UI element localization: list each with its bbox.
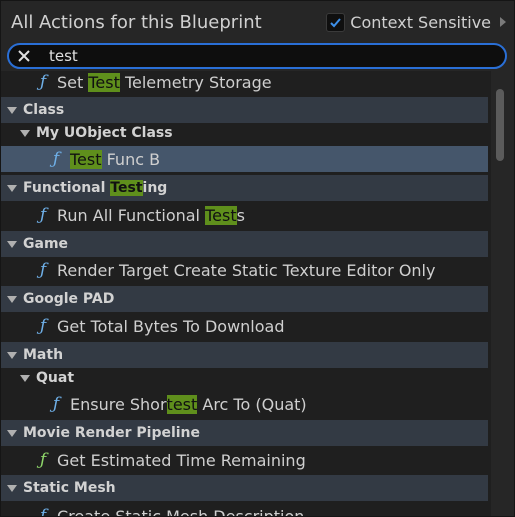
scrollbar[interactable] xyxy=(496,89,504,514)
function-icon: ƒ xyxy=(39,205,47,225)
expand-triangle-icon[interactable] xyxy=(7,429,17,437)
category-row[interactable]: Google PAD xyxy=(1,286,488,312)
function-icon: ƒ xyxy=(39,72,47,92)
panel-title: All Actions for this Blueprint xyxy=(11,11,262,33)
search-match-highlight: Test xyxy=(110,180,143,196)
function-icon: ƒ xyxy=(39,506,47,517)
expand-triangle-icon[interactable] xyxy=(7,184,17,192)
action-label: Ensure Shortest Arc To (Quat) xyxy=(70,394,307,414)
expand-triangle-icon[interactable] xyxy=(7,295,17,303)
category-label: Math xyxy=(23,347,64,363)
action-item[interactable]: ƒ Test Func B xyxy=(1,146,488,172)
category-label: Quat xyxy=(36,370,75,386)
action-menu-header: All Actions for this Blueprint Context S… xyxy=(1,1,514,43)
category-label: My UObject Class xyxy=(36,125,173,141)
action-list: ƒ Set Test Telemetry Storage Class My UObje… xyxy=(1,71,491,517)
action-item[interactable]: ƒ Ensure Shortest Arc To (Quat) xyxy=(1,391,488,417)
action-item[interactable]: ƒ Set Test Telemetry Storage xyxy=(1,71,488,95)
search-match-highlight: Test xyxy=(88,72,120,92)
action-label: Run All Functional Tests xyxy=(57,205,245,225)
search-match-highlight: Test xyxy=(205,205,237,225)
clear-search-button[interactable] xyxy=(9,49,39,63)
category-row[interactable]: Quat xyxy=(1,365,488,391)
action-item[interactable]: ƒ Get Total Bytes To Download xyxy=(1,313,488,339)
checkmark-icon xyxy=(330,17,342,27)
expand-triangle-icon[interactable] xyxy=(20,374,30,382)
category-row[interactable]: Functional Testing xyxy=(1,175,488,201)
action-label: Set Test Telemetry Storage xyxy=(57,72,272,92)
action-item[interactable]: ƒ Get Estimated Time Remaining xyxy=(1,447,488,473)
action-item[interactable]: ƒ Render Target Create Static Texture Edi… xyxy=(1,257,488,283)
category-label: Class xyxy=(23,102,65,118)
category-label: Movie Render Pipeline xyxy=(23,425,201,441)
action-item[interactable]: ƒ Create Static Mesh Description xyxy=(1,503,488,517)
context-sensitive-toggle[interactable]: Context Sensitive xyxy=(326,12,506,32)
action-menu-panel: All Actions for this Blueprint Context S… xyxy=(0,0,515,517)
expand-triangle-icon[interactable] xyxy=(7,351,17,359)
category-row[interactable]: My UObject Class xyxy=(1,120,488,146)
category-label: Game xyxy=(23,236,69,252)
category-label: Google PAD xyxy=(23,291,115,307)
search-input[interactable] xyxy=(39,47,505,65)
context-sensitive-checkbox[interactable] xyxy=(326,12,346,32)
action-label: Get Total Bytes To Download xyxy=(57,316,285,336)
function-icon: ƒ xyxy=(39,316,47,336)
category-row[interactable]: Static Mesh xyxy=(1,475,488,501)
category-row[interactable]: Movie Render Pipeline xyxy=(1,420,488,446)
expand-triangle-icon[interactable] xyxy=(20,129,30,137)
context-sensitive-label: Context Sensitive xyxy=(350,12,491,32)
category-label: Static Mesh xyxy=(23,480,116,496)
function-icon: ƒ xyxy=(52,394,60,414)
search-match-highlight: test xyxy=(166,394,198,414)
action-label: Create Static Mesh Description xyxy=(57,506,305,517)
action-label: Render Target Create Static Texture Edit… xyxy=(57,260,436,280)
search-match-highlight: Test xyxy=(70,149,102,169)
close-icon xyxy=(18,50,30,62)
category-label: Functional Testing xyxy=(23,180,168,196)
expand-triangle-icon[interactable] xyxy=(7,106,17,114)
expand-arrow-icon[interactable] xyxy=(500,17,506,27)
action-label: Get Estimated Time Remaining xyxy=(57,450,306,470)
search-box[interactable] xyxy=(7,43,507,69)
scrollbar-thumb[interactable] xyxy=(496,89,504,161)
expand-triangle-icon[interactable] xyxy=(7,484,17,492)
category-row[interactable]: Game xyxy=(1,231,488,257)
action-label: Test Func B xyxy=(70,149,161,169)
function-icon: ƒ xyxy=(39,260,47,280)
function-pure-icon: ƒ xyxy=(39,450,47,470)
action-item[interactable]: ƒ Run All Functional Tests xyxy=(1,202,488,228)
expand-triangle-icon[interactable] xyxy=(7,240,17,248)
function-icon: ƒ xyxy=(52,149,60,169)
